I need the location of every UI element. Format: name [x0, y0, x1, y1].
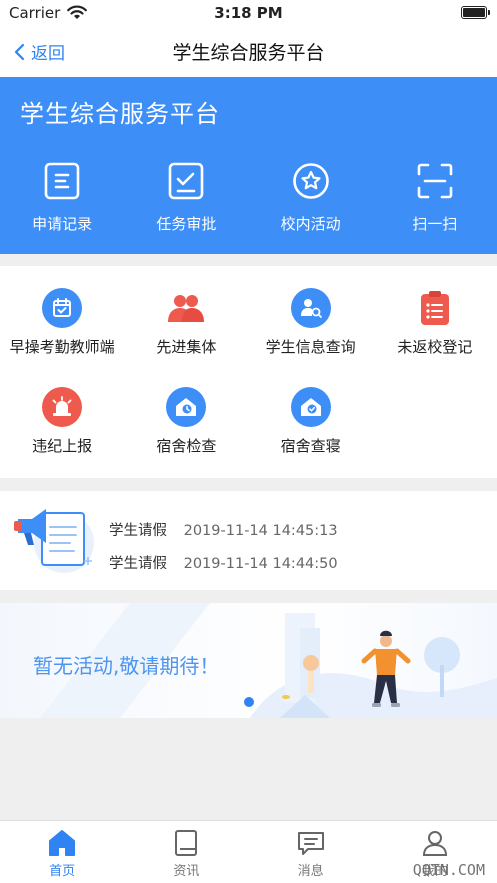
- function-label: 学生信息查询: [265, 338, 356, 356]
- user-search-icon: [290, 288, 331, 328]
- task-approval-icon: [166, 161, 206, 201]
- action-application-record[interactable]: 申请记录: [0, 161, 124, 234]
- hero-header: 学生综合服务平台 申请记录 任务审批 校内活动 扫一扫: [0, 77, 497, 254]
- dorm-inspect-icon: [290, 387, 331, 427]
- action-label: 任务审批: [156, 215, 217, 233]
- notice-datetime: 2019-11-14 14:44:50: [183, 556, 338, 572]
- tab-messages[interactable]: 消息: [249, 821, 373, 883]
- function-discipline-report[interactable]: 违纪上报: [0, 387, 124, 456]
- notice-title: 学生请假: [109, 523, 167, 539]
- battery-icon: [461, 6, 490, 19]
- tab-news[interactable]: 资讯: [124, 821, 248, 883]
- notice-title: 学生请假: [109, 556, 167, 572]
- megaphone-notice-icon: [14, 509, 94, 573]
- function-label: 宿舍检查: [156, 437, 217, 455]
- notice-item[interactable]: 学生请假 2019-11-14 14:45:13: [109, 519, 338, 540]
- tab-label: 首页: [49, 864, 76, 879]
- function-student-info-query[interactable]: 学生信息查询: [249, 288, 373, 357]
- action-label: 申请记录: [32, 215, 93, 233]
- function-label: 未返校登记: [397, 338, 473, 356]
- function-label: 先进集体: [156, 338, 217, 356]
- scan-icon: [415, 161, 455, 201]
- action-campus-activity[interactable]: 校内活动: [249, 161, 373, 234]
- message-icon: [297, 832, 324, 855]
- navigation-bar: 返回 学生综合服务平台: [0, 26, 497, 77]
- watermark: QQTN.COM: [412, 861, 485, 879]
- action-task-approval[interactable]: 任务审批: [124, 161, 248, 234]
- tab-label: 资讯: [173, 864, 200, 879]
- function-morning-attendance[interactable]: 早操考勤教师端: [0, 288, 124, 357]
- notice-datetime: 2019-11-14 14:45:13: [183, 523, 338, 539]
- dorm-check-icon: [166, 387, 207, 427]
- alarm-light-icon: [42, 387, 83, 427]
- action-label: 校内活动: [280, 215, 341, 233]
- notice-item[interactable]: 学生请假 2019-11-14 14:44:50: [109, 552, 338, 573]
- book-icon: [175, 830, 198, 856]
- group-icon: [166, 288, 206, 328]
- quick-actions: 申请记录 任务审批 校内活动 扫一扫: [0, 161, 497, 234]
- person-icon: [422, 831, 447, 856]
- status-bar: Carrier 3:18 PM: [0, 0, 497, 26]
- function-label: 早操考勤教师端: [9, 338, 115, 356]
- function-label: 宿舍查寝: [280, 437, 341, 455]
- application-record-icon: [42, 161, 82, 201]
- function-dorm-check[interactable]: 宿舍检查: [124, 387, 248, 456]
- activity-empty-banner: 暂无活动,敬请期待！: [0, 603, 497, 718]
- function-advanced-collective[interactable]: 先进集体: [124, 288, 248, 357]
- clock: 3:18 PM: [214, 4, 283, 22]
- clipboard-list-icon: [415, 288, 455, 328]
- notice-card: 学生请假 2019-11-14 14:45:13 学生请假 2019-11-14…: [0, 491, 497, 590]
- function-not-returned-registration[interactable]: 未返校登记: [373, 288, 497, 357]
- hero-title: 学生综合服务平台: [20, 100, 220, 128]
- function-label: 违纪上报: [32, 437, 93, 455]
- calendar-check-icon: [42, 288, 83, 328]
- tab-home[interactable]: 首页: [0, 821, 124, 883]
- home-icon: [49, 830, 76, 856]
- empty-activity-message: 暂无活动,敬请期待！: [33, 654, 220, 678]
- tab-label: 消息: [297, 864, 324, 879]
- function-grid: 早操考勤教师端 先进集体 学生信息查询 未返校登记 违纪上报 宿舍检查 宿舍查寝: [0, 266, 497, 478]
- action-label: 扫一扫: [412, 215, 458, 233]
- function-dorm-inspection[interactable]: 宿舍查寝: [249, 387, 373, 456]
- action-scan[interactable]: 扫一扫: [373, 161, 497, 234]
- campus-activity-icon: [291, 161, 331, 201]
- page-title: 学生综合服务平台: [172, 42, 325, 64]
